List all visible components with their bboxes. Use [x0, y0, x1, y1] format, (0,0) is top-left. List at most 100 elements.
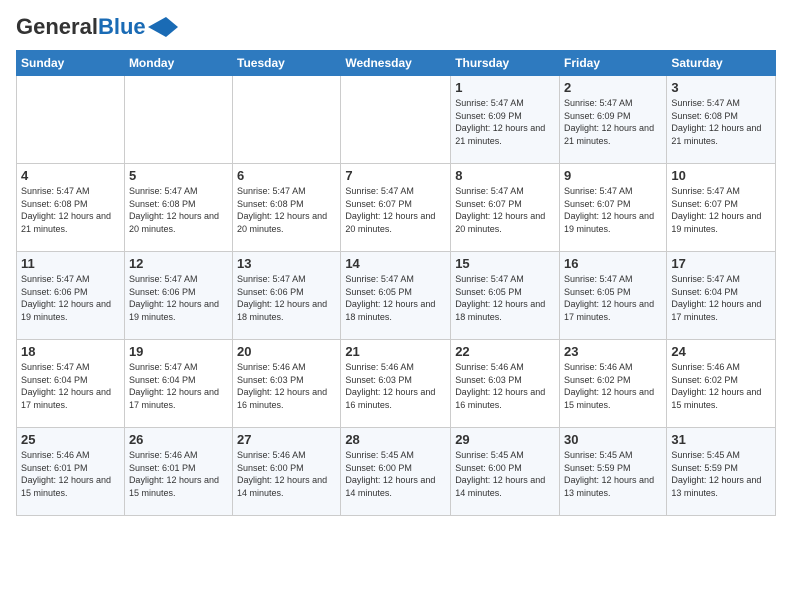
- day-number: 21: [345, 344, 446, 359]
- day-cell: 26 Sunrise: 5:46 AM Sunset: 6:01 PM Dayli…: [124, 428, 232, 516]
- day-number: 27: [237, 432, 336, 447]
- day-info: Sunrise: 5:46 AM Sunset: 6:00 PM Dayligh…: [237, 449, 336, 499]
- day-info: Sunrise: 5:47 AM Sunset: 6:09 PM Dayligh…: [455, 97, 555, 147]
- day-info: Sunrise: 5:47 AM Sunset: 6:07 PM Dayligh…: [345, 185, 446, 235]
- day-cell: 12 Sunrise: 5:47 AM Sunset: 6:06 PM Dayli…: [124, 252, 232, 340]
- week-row-5: 25 Sunrise: 5:46 AM Sunset: 6:01 PM Dayli…: [17, 428, 776, 516]
- day-number: 20: [237, 344, 336, 359]
- day-info: Sunrise: 5:45 AM Sunset: 6:00 PM Dayligh…: [455, 449, 555, 499]
- day-info: Sunrise: 5:47 AM Sunset: 6:06 PM Dayligh…: [21, 273, 120, 323]
- column-header-sunday: Sunday: [17, 51, 125, 76]
- week-row-2: 4 Sunrise: 5:47 AM Sunset: 6:08 PM Daylig…: [17, 164, 776, 252]
- day-info: Sunrise: 5:46 AM Sunset: 6:02 PM Dayligh…: [564, 361, 662, 411]
- day-number: 16: [564, 256, 662, 271]
- day-cell: 27 Sunrise: 5:46 AM Sunset: 6:00 PM Dayli…: [233, 428, 341, 516]
- column-header-saturday: Saturday: [667, 51, 776, 76]
- day-cell: 21 Sunrise: 5:46 AM Sunset: 6:03 PM Dayli…: [341, 340, 451, 428]
- day-cell: 23Sunrise: 5:46 AM Sunset: 6:02 PM Dayli…: [560, 340, 667, 428]
- logo-arrow-icon: [148, 17, 178, 37]
- day-cell: 20 Sunrise: 5:46 AM Sunset: 6:03 PM Dayli…: [233, 340, 341, 428]
- day-info: Sunrise: 5:46 AM Sunset: 6:01 PM Dayligh…: [21, 449, 120, 499]
- day-cell: 2 Sunrise: 5:47 AM Sunset: 6:09 PM Daylig…: [560, 76, 667, 164]
- day-number: 1: [455, 80, 555, 95]
- day-cell: 14 Sunrise: 5:47 AM Sunset: 6:05 PM Dayli…: [341, 252, 451, 340]
- day-info: Sunrise: 5:45 AM Sunset: 6:00 PM Dayligh…: [345, 449, 446, 499]
- day-number: 31: [671, 432, 771, 447]
- day-number: 28: [345, 432, 446, 447]
- day-number: 5: [129, 168, 228, 183]
- day-number: 30: [564, 432, 662, 447]
- day-number: 14: [345, 256, 446, 271]
- day-cell: 22 Sunrise: 5:46 AM Sunset: 6:03 PM Dayli…: [451, 340, 560, 428]
- day-info: Sunrise: 5:46 AM Sunset: 6:01 PM Dayligh…: [129, 449, 228, 499]
- column-header-tuesday: Tuesday: [233, 51, 341, 76]
- day-cell: 18 Sunrise: 5:47 AM Sunset: 6:04 PM Dayli…: [17, 340, 125, 428]
- day-number: 24: [671, 344, 771, 359]
- day-number: 18: [21, 344, 120, 359]
- day-cell: 25 Sunrise: 5:46 AM Sunset: 6:01 PM Dayli…: [17, 428, 125, 516]
- day-cell: 16 Sunrise: 5:47 AM Sunset: 6:05 PM Dayli…: [560, 252, 667, 340]
- day-info: Sunrise: 5:47 AM Sunset: 6:05 PM Dayligh…: [455, 273, 555, 323]
- day-cell: 29 Sunrise: 5:45 AM Sunset: 6:00 PM Dayli…: [451, 428, 560, 516]
- day-info: Sunrise: 5:47 AM Sunset: 6:04 PM Dayligh…: [21, 361, 120, 411]
- day-info: Sunrise: 5:47 AM Sunset: 6:09 PM Dayligh…: [564, 97, 662, 147]
- header-row: SundayMondayTuesdayWednesdayThursdayFrid…: [17, 51, 776, 76]
- logo-text: GeneralBlue: [16, 16, 146, 38]
- day-cell: [233, 76, 341, 164]
- column-header-monday: Monday: [124, 51, 232, 76]
- day-cell: [17, 76, 125, 164]
- day-cell: 30 Sunrise: 5:45 AM Sunset: 5:59 PM Dayli…: [560, 428, 667, 516]
- day-number: 15: [455, 256, 555, 271]
- day-info: Sunrise: 5:46 AM Sunset: 6:02 PM Dayligh…: [671, 361, 771, 411]
- day-info: Sunrise: 5:45 AM Sunset: 5:59 PM Dayligh…: [564, 449, 662, 499]
- day-number: 17: [671, 256, 771, 271]
- column-header-friday: Friday: [560, 51, 667, 76]
- day-number: 19: [129, 344, 228, 359]
- day-cell: 3 Sunrise: 5:47 AM Sunset: 6:08 PM Daylig…: [667, 76, 776, 164]
- day-cell: [341, 76, 451, 164]
- day-info: Sunrise: 5:47 AM Sunset: 6:08 PM Dayligh…: [21, 185, 120, 235]
- day-info: Sunrise: 5:47 AM Sunset: 6:07 PM Dayligh…: [564, 185, 662, 235]
- day-number: 25: [21, 432, 120, 447]
- logo: GeneralBlue: [16, 16, 178, 38]
- day-number: 11: [21, 256, 120, 271]
- day-info: Sunrise: 5:47 AM Sunset: 6:08 PM Dayligh…: [671, 97, 771, 147]
- day-number: 22: [455, 344, 555, 359]
- day-number: 29: [455, 432, 555, 447]
- page-header: GeneralBlue: [16, 16, 776, 38]
- day-cell: 6Sunrise: 5:47 AM Sunset: 6:08 PM Daylig…: [233, 164, 341, 252]
- day-number: 6: [237, 168, 336, 183]
- day-number: 4: [21, 168, 120, 183]
- day-number: 8: [455, 168, 555, 183]
- day-cell: 1 Sunrise: 5:47 AM Sunset: 6:09 PM Daylig…: [451, 76, 560, 164]
- day-cell: 8 Sunrise: 5:47 AM Sunset: 6:07 PM Daylig…: [451, 164, 560, 252]
- day-info: Sunrise: 5:47 AM Sunset: 6:07 PM Dayligh…: [671, 185, 771, 235]
- day-number: 10: [671, 168, 771, 183]
- day-number: 3: [671, 80, 771, 95]
- day-cell: [124, 76, 232, 164]
- day-number: 2: [564, 80, 662, 95]
- day-number: 12: [129, 256, 228, 271]
- day-cell: 11 Sunrise: 5:47 AM Sunset: 6:06 PM Dayli…: [17, 252, 125, 340]
- day-info: Sunrise: 5:47 AM Sunset: 6:04 PM Dayligh…: [129, 361, 228, 411]
- day-cell: 5 Sunrise: 5:47 AM Sunset: 6:08 PM Daylig…: [124, 164, 232, 252]
- day-cell: 15 Sunrise: 5:47 AM Sunset: 6:05 PM Dayli…: [451, 252, 560, 340]
- day-info: Sunrise: 5:47 AM Sunset: 6:05 PM Dayligh…: [345, 273, 446, 323]
- day-cell: 28 Sunrise: 5:45 AM Sunset: 6:00 PM Dayli…: [341, 428, 451, 516]
- day-info: Sunrise: 5:46 AM Sunset: 6:03 PM Dayligh…: [237, 361, 336, 411]
- day-number: 26: [129, 432, 228, 447]
- day-info: Sunrise: 5:47 AM Sunset: 6:05 PM Dayligh…: [564, 273, 662, 323]
- column-header-wednesday: Wednesday: [341, 51, 451, 76]
- day-cell: 7Sunrise: 5:47 AM Sunset: 6:07 PM Daylig…: [341, 164, 451, 252]
- day-cell: 24 Sunrise: 5:46 AM Sunset: 6:02 PM Dayli…: [667, 340, 776, 428]
- day-info: Sunrise: 5:47 AM Sunset: 6:06 PM Dayligh…: [129, 273, 228, 323]
- day-info: Sunrise: 5:46 AM Sunset: 6:03 PM Dayligh…: [455, 361, 555, 411]
- week-row-4: 18 Sunrise: 5:47 AM Sunset: 6:04 PM Dayli…: [17, 340, 776, 428]
- day-info: Sunrise: 5:47 AM Sunset: 6:07 PM Dayligh…: [455, 185, 555, 235]
- day-cell: 9Sunrise: 5:47 AM Sunset: 6:07 PM Daylig…: [560, 164, 667, 252]
- day-info: Sunrise: 5:46 AM Sunset: 6:03 PM Dayligh…: [345, 361, 446, 411]
- day-info: Sunrise: 5:47 AM Sunset: 6:04 PM Dayligh…: [671, 273, 771, 323]
- day-info: Sunrise: 5:45 AM Sunset: 5:59 PM Dayligh…: [671, 449, 771, 499]
- calendar-table: SundayMondayTuesdayWednesdayThursdayFrid…: [16, 50, 776, 516]
- day-info: Sunrise: 5:47 AM Sunset: 6:08 PM Dayligh…: [129, 185, 228, 235]
